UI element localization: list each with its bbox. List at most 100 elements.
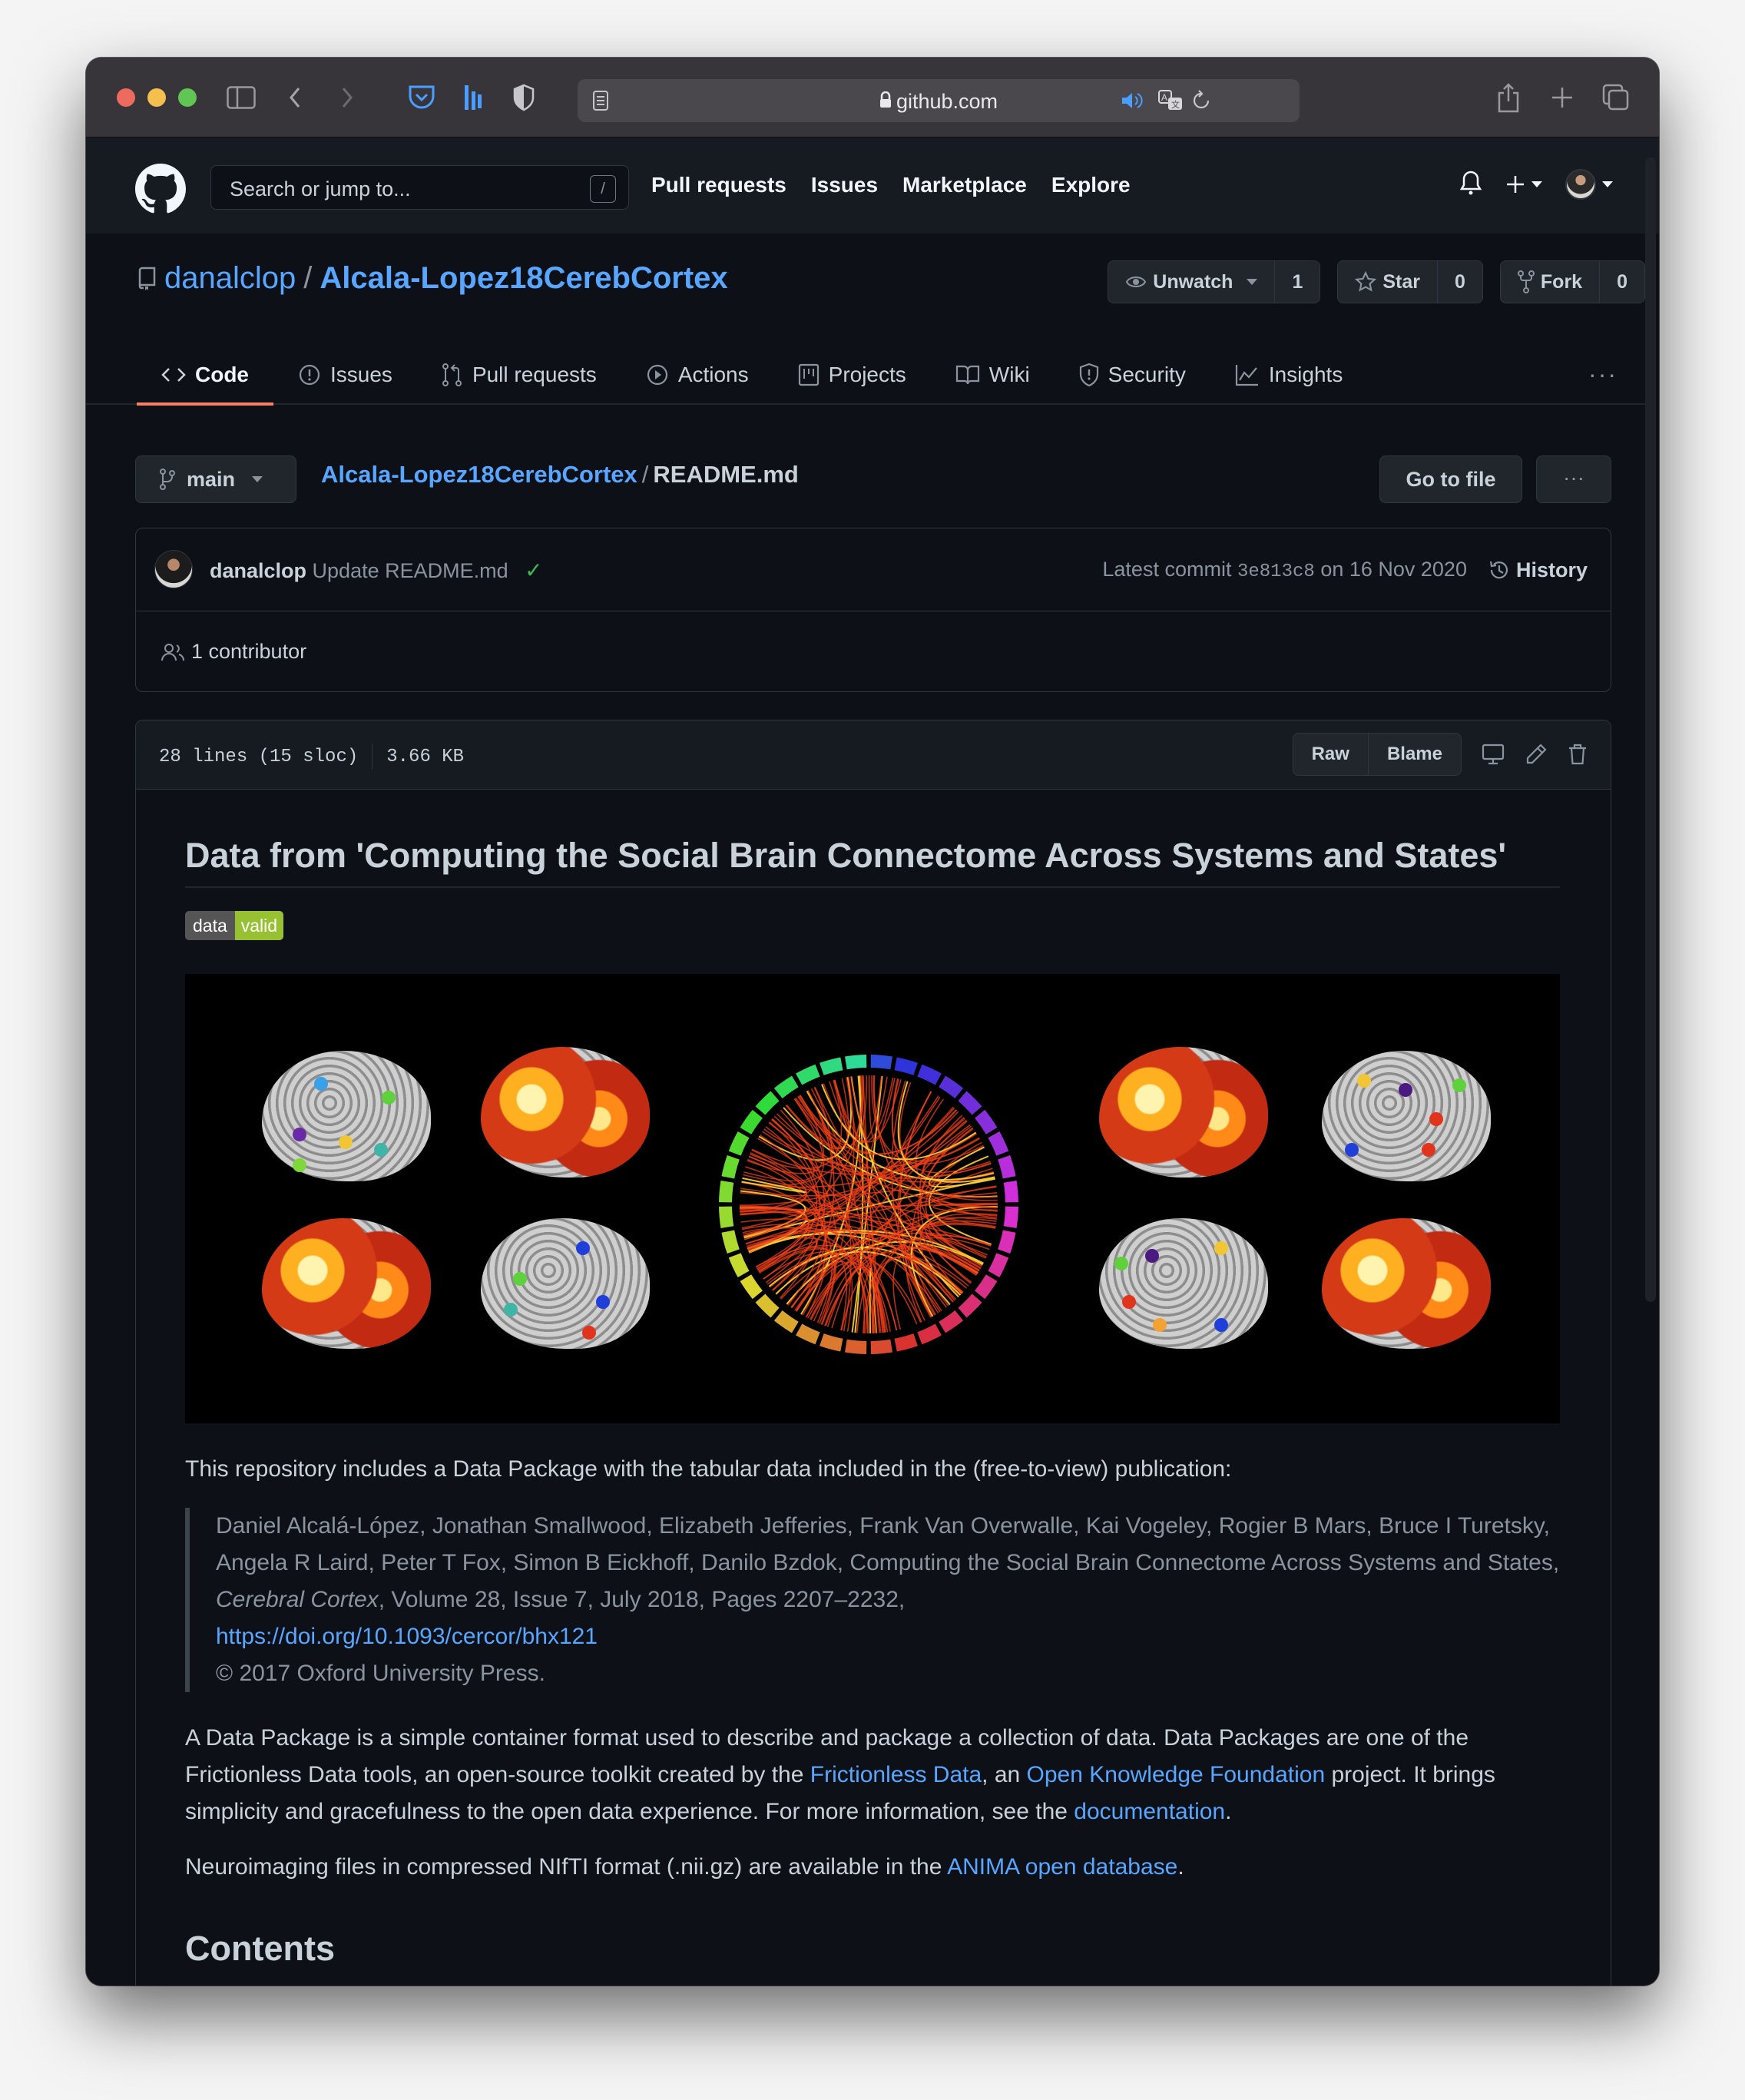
tab-pull-requests[interactable]: Pull requests (417, 345, 621, 405)
fork-count[interactable]: 0 (1599, 261, 1644, 303)
extension-icon[interactable] (456, 81, 490, 114)
fork-button[interactable]: Fork (1501, 261, 1599, 303)
search-input[interactable]: Search or jump to... / (210, 165, 629, 210)
commit-date: on 16 Nov 2020 (1320, 558, 1467, 581)
tab-overview-icon[interactable] (1599, 81, 1633, 114)
connectogram-segment (958, 1293, 982, 1318)
repo-name-link[interactable]: Alcala-Lopez18CerebCortex (320, 261, 727, 296)
node-marker (314, 1077, 328, 1091)
close-window-button[interactable] (117, 88, 135, 107)
breadcrumb-repo-link[interactable]: Alcala-Lopez18CerebCortex (321, 461, 637, 488)
tab-label: Issues (330, 363, 392, 386)
connectogram-segment (939, 1310, 964, 1333)
minimize-window-button[interactable] (147, 88, 166, 107)
badge-label: data (185, 911, 235, 940)
tab-security[interactable]: Security (1055, 345, 1210, 405)
brain-render-medial-nodes (1322, 1051, 1491, 1181)
svg-text:文: 文 (1171, 99, 1180, 110)
node-marker (1145, 1249, 1159, 1263)
check-icon[interactable]: ✓ (525, 558, 542, 582)
tab-label: Code (195, 363, 249, 386)
zoom-window-button[interactable] (178, 88, 197, 107)
commit-message-link[interactable]: Update README.md (313, 559, 508, 582)
trash-icon[interactable] (1568, 743, 1588, 766)
brain-render-lateral-heatmap (481, 1047, 650, 1178)
connectogram-segment (773, 1310, 799, 1333)
open-knowledge-foundation-link[interactable]: Open Knowledge Foundation (1027, 1762, 1326, 1787)
connectogram-segment (728, 1253, 750, 1277)
connectogram-segment (1003, 1206, 1018, 1228)
doi-link[interactable]: https://doi.org/10.1093/cercor/bhx121 (216, 1624, 598, 1649)
translate-icon[interactable]: A文 (1154, 84, 1187, 118)
blame-button[interactable]: Blame (1367, 734, 1461, 775)
star-button[interactable]: Star (1338, 261, 1437, 303)
commit-row: danalclop Update README.md ✓ Latest comm… (136, 528, 1611, 611)
star-count[interactable]: 0 (1437, 261, 1482, 303)
latest-commit-info: Latest commit 3e813c8 on 16 Nov 2020 (1102, 558, 1467, 582)
commit-author-avatar[interactable] (154, 550, 193, 588)
anima-database-link[interactable]: ANIMA open database (947, 1854, 1177, 1880)
privacy-shield-icon[interactable] (507, 81, 541, 114)
tab-label: Projects (828, 363, 906, 386)
create-new-dropdown[interactable] (1505, 174, 1542, 194)
connectogram-segment (820, 1333, 843, 1352)
connectogram-segment (998, 1155, 1016, 1179)
contributors-count: 1 contributor (191, 640, 307, 663)
reload-icon[interactable] (1184, 84, 1218, 118)
frictionless-data-link[interactable]: Frictionless Data (810, 1762, 982, 1787)
repo-owner-link[interactable]: danalclop (164, 261, 296, 296)
user-menu-dropdown[interactable] (1565, 169, 1613, 200)
pencil-icon[interactable] (1525, 743, 1548, 766)
tab-issues[interactable]: Issues (273, 345, 417, 405)
tab-actions[interactable]: Actions (621, 345, 773, 405)
file-more-options-button[interactable]: ··· (1536, 455, 1611, 503)
raw-button[interactable]: Raw (1293, 734, 1368, 775)
notifications-bell-icon[interactable] (1459, 170, 1482, 200)
nav-marketplace[interactable]: Marketplace (902, 173, 1027, 197)
brain-render-lateral-heatmap (1322, 1218, 1491, 1349)
documentation-link[interactable]: documentation (1074, 1799, 1225, 1824)
address-bar[interactable]: github.com A文 (578, 79, 1300, 122)
audio-icon[interactable] (1115, 84, 1149, 118)
tab-code[interactable]: Code (137, 345, 273, 406)
github-logo-icon[interactable] (135, 164, 186, 214)
latest-commit-label: Latest commit (1102, 558, 1232, 581)
brain-render-medial-heatmap (262, 1218, 431, 1349)
go-to-file-button[interactable]: Go to file (1379, 455, 1522, 503)
commit-author-link[interactable]: danalclop (210, 559, 306, 582)
text-segment: . (1225, 1799, 1232, 1824)
connectogram-segment (988, 1131, 1009, 1156)
share-icon[interactable] (1492, 81, 1525, 114)
tab-wiki[interactable]: Wiki (931, 345, 1055, 405)
connectogram-segment (721, 1230, 740, 1254)
watch-count[interactable]: 1 (1274, 261, 1320, 303)
tab-insights[interactable]: Insights (1210, 345, 1368, 405)
tab-label: Actions (677, 363, 749, 386)
back-icon[interactable] (278, 81, 312, 114)
connectogram-segment (773, 1075, 799, 1098)
contributors-link[interactable]: 1 contributor (161, 640, 306, 664)
unwatch-button[interactable]: Unwatch (1108, 261, 1274, 303)
citation-authors: Daniel Alcalá-López, Jonathan Smallwood,… (216, 1513, 1560, 1575)
tabs-more-button[interactable]: ··· (1588, 360, 1618, 389)
nav-explore[interactable]: Explore (1051, 173, 1131, 197)
pocket-icon[interactable] (405, 81, 439, 114)
tab-projects[interactable]: Projects (773, 345, 931, 405)
nav-issues[interactable]: Issues (811, 173, 878, 197)
text-segment: Neuroimaging files in compressed NIfTI f… (185, 1854, 948, 1880)
sidebar-icon[interactable] (224, 81, 258, 114)
commit-sha-link[interactable]: 3e813c8 (1237, 561, 1315, 582)
desktop-icon[interactable] (1482, 743, 1505, 766)
new-tab-icon[interactable] (1545, 81, 1579, 114)
repo-title-separator: / (303, 261, 313, 295)
connectogram-segment (975, 1274, 998, 1300)
brain-render-lateral-heatmap (1099, 1047, 1268, 1178)
branch-select-button[interactable]: main (135, 455, 296, 503)
connectogram-segment (796, 1323, 820, 1345)
page-scrollbar[interactable] (1645, 157, 1656, 1302)
nav-pull-requests[interactable]: Pull requests (651, 173, 786, 197)
forward-icon[interactable] (330, 81, 364, 114)
data-valid-badge[interactable]: data valid (185, 911, 284, 940)
project-icon (798, 363, 820, 386)
history-link[interactable]: History (1488, 558, 1588, 582)
